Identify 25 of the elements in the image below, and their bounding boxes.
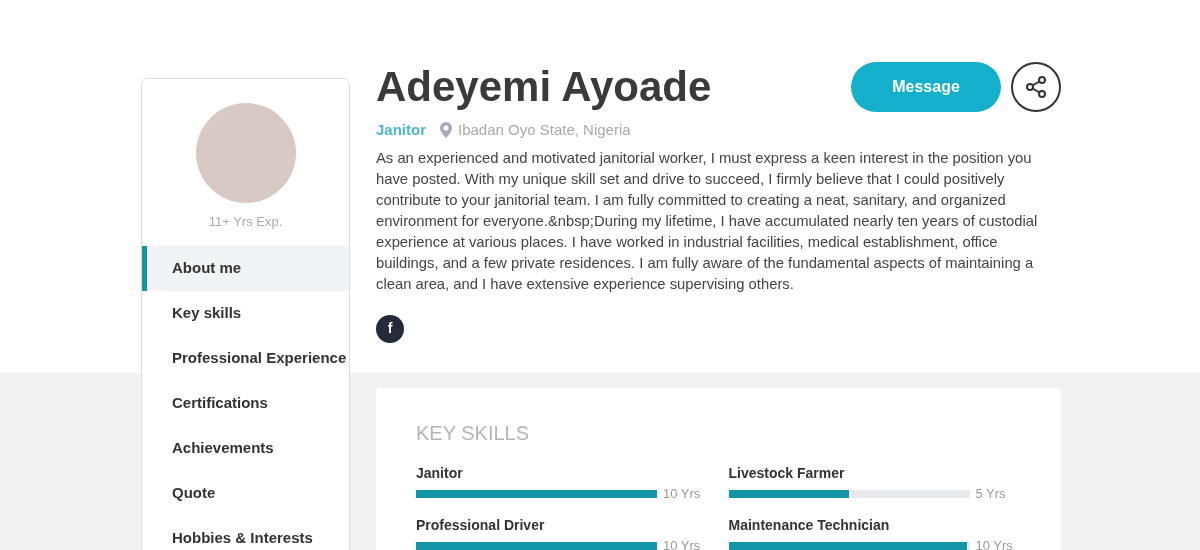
skill-years: 5 Yrs [975,486,1006,502]
skill-name: Janitor [416,464,464,482]
location-pin-icon [440,122,452,139]
skill-name: Professional Driver [416,516,546,534]
share-icon [1024,75,1048,99]
facebook-link[interactable]: f [376,314,404,343]
location-text: Ibadan Oyo State, Nigeria [458,120,631,140]
share-button[interactable] [1011,62,1061,112]
skill-years: 10 Yrs [663,538,701,550]
skill-name: Livestock Farmer [728,464,846,482]
sidebar-nav-item[interactable]: Key skills [142,290,349,336]
sidebar-nav-item[interactable]: Certifications [142,380,349,426]
bio-paragraph: As an experienced and motivated janitorial worker, I must express a keen interest in the position you have posted. With my unique skill set and drive to succeed, I firmly believe that I could positively contribute to your janitorial team. I am fully committed to creating a neat, sanitary, and organized environment for everyone.&nbsp;During my lifetime, I have accumulated nearly ten years of custodial experience at various places. I have worked in industrial facilities, medical establishment, office buildings, and a few private residences. I am fully aware of the fundamental aspects of maintaining a clean area, and I have extensive experience supervising others. [376,148,1039,294]
sidebar-nav-item[interactable]: Professional Experience [142,335,349,381]
sidebar-nav-item[interactable]: Quote [142,470,349,516]
experience-label: 11+ Yrs Exp. [207,213,284,231]
skill-name: Maintenance Technician [728,516,891,534]
skill-years: 10 Yrs [663,486,701,502]
skill-years: 10 Yrs [975,538,1013,550]
sidebar-nav-item[interactable]: Achievements [142,425,349,471]
section-heading: KEY SKILLS [416,421,531,446]
sidebar-nav-item[interactable]: Hobbies & Interests [142,515,349,550]
profile-name: Adeyemi Ayoade [376,62,712,112]
job-title: Janitor [376,120,426,140]
sidebar-nav-item[interactable]: About me [142,245,349,291]
